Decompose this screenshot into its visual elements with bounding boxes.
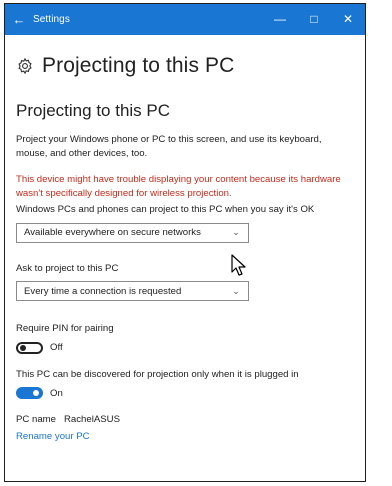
ask-selected: Every time a connection is requested (24, 285, 182, 297)
availability-label: Windows PCs and phones can project to th… (16, 204, 315, 215)
hardware-warning: This device might have trouble displayin… (16, 174, 341, 199)
plugged-label: This PC can be discovered for projection… (16, 368, 299, 380)
gear-icon (18, 57, 32, 75)
plugged-toggle-state: On (50, 387, 63, 399)
pin-toggle-row: Off (16, 341, 355, 354)
mouse-pointer-icon (231, 254, 246, 276)
toggle-knob (20, 344, 26, 351)
projection-description: Project your Windows phone or PC to this… (16, 134, 322, 159)
section-title: Projecting to this PC (16, 101, 171, 120)
ask-label: Ask to project to this PC (16, 262, 119, 274)
ask-dropdown[interactable]: Every time a connection is requested ⌄ (16, 281, 249, 301)
window-controls: — □ ✕ (263, 4, 365, 35)
rename-pc-link[interactable]: Rename your PC (16, 431, 355, 442)
pin-toggle[interactable] (16, 341, 43, 354)
plugged-toggle-row: On (16, 387, 355, 399)
chevron-down-icon: ⌄ (232, 227, 240, 237)
close-button[interactable]: ✕ (331, 4, 365, 35)
pin-toggle-state: Off (50, 342, 63, 353)
settings-window: ← Settings — □ ✕ Projecting to this PC P… (4, 3, 366, 482)
pc-name-value: RachelASUS (64, 414, 120, 425)
plugged-toggle[interactable] (16, 387, 43, 399)
page-title: Projecting to this PC (42, 54, 235, 77)
back-button[interactable]: ← (5, 12, 33, 27)
chevron-down-icon: ⌄ (232, 285, 240, 296)
settings-content: Projecting to this PC Projecting to this… (16, 35, 355, 442)
pc-name-label: PC name (16, 414, 56, 425)
availability-dropdown[interactable]: Available everywhere on secure networks … (16, 222, 249, 243)
page-header: Projecting to this PC (16, 54, 355, 78)
toggle-knob (33, 390, 39, 396)
maximize-button[interactable]: □ (297, 4, 331, 35)
minimize-button[interactable]: — (263, 4, 297, 35)
window-title: Settings (33, 14, 70, 25)
pc-name-row: PC name RachelASUS (16, 414, 355, 425)
availability-selected: Available everywhere on secure networks (24, 227, 201, 238)
pin-label: Require PIN for pairing (16, 323, 114, 334)
title-bar: ← Settings — □ ✕ (5, 4, 365, 35)
